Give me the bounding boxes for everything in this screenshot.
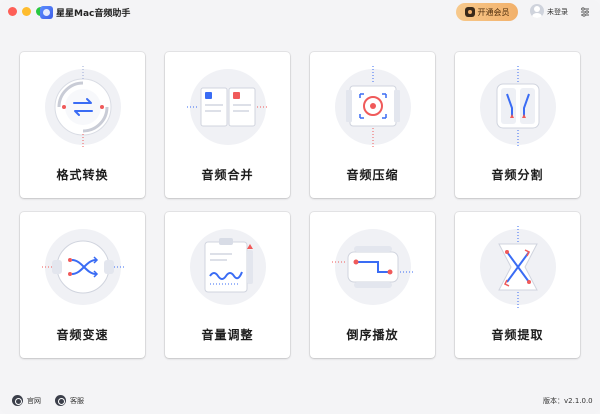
vip-button[interactable]: 开通会员 xyxy=(456,3,518,21)
card-label: 音频合并 xyxy=(201,168,254,182)
avatar[interactable] xyxy=(530,4,544,18)
card-audio-extract[interactable]: 音频提取 xyxy=(455,212,580,358)
version-text: 版本：v2.1.0.0 xyxy=(543,397,593,405)
reverse-play-icon xyxy=(332,229,414,305)
website-label: 官网 xyxy=(27,396,41,405)
card-reverse-play[interactable]: 倒序播放 xyxy=(310,212,435,358)
close-window-button[interactable] xyxy=(8,7,17,16)
support-label: 客服 xyxy=(70,396,84,405)
minimize-window-button[interactable] xyxy=(22,7,31,16)
audio-merge-icon xyxy=(187,69,269,145)
support-link[interactable]: 客服 xyxy=(55,395,84,406)
card-label: 倒序播放 xyxy=(346,328,399,342)
website-link[interactable]: 官网 xyxy=(12,395,41,406)
card-label: 音频提取 xyxy=(491,328,544,342)
title-bar: 星星Mac音频助手 开通会员 未登录 xyxy=(0,0,600,26)
app-window: 星星Mac音频助手 开通会员 未登录 格式转换 音频合并 音频压缩 音频分割 音… xyxy=(0,0,600,414)
card-audio-speed[interactable]: 音频变速 xyxy=(20,212,145,358)
card-label: 格式转换 xyxy=(56,168,109,182)
volume-adjust-icon xyxy=(190,229,266,305)
camera-icon xyxy=(464,7,475,17)
settings-sliders-icon[interactable] xyxy=(580,7,590,17)
format-convert-icon xyxy=(45,66,121,148)
card-label: 音频分割 xyxy=(491,168,544,182)
audio-split-icon xyxy=(480,66,556,148)
audio-compress-icon xyxy=(335,66,411,148)
audio-extract-icon xyxy=(480,226,556,308)
audio-speed-icon xyxy=(42,229,124,305)
card-format-convert[interactable]: 格式转换 xyxy=(20,52,145,198)
card-label: 音频变速 xyxy=(56,328,109,342)
chat-icon xyxy=(55,395,66,406)
globe-icon xyxy=(12,395,23,406)
card-label: 音量调整 xyxy=(201,328,254,342)
card-volume-adjust[interactable]: 音量调整 xyxy=(165,212,290,358)
card-audio-split[interactable]: 音频分割 xyxy=(455,52,580,198)
card-audio-compress[interactable]: 音频压缩 xyxy=(310,52,435,198)
feature-grid: 格式转换 音频合并 音频压缩 音频分割 音频变速 音量调整 倒序播放 音频提取 xyxy=(20,52,580,358)
vip-button-label: 开通会员 xyxy=(477,7,510,17)
card-label: 音频压缩 xyxy=(346,168,399,182)
card-audio-merge[interactable]: 音频合并 xyxy=(165,52,290,198)
app-logo-icon xyxy=(40,6,53,19)
app-title: 星星Mac音频助手 xyxy=(56,9,131,19)
login-status[interactable]: 未登录 xyxy=(547,7,568,17)
